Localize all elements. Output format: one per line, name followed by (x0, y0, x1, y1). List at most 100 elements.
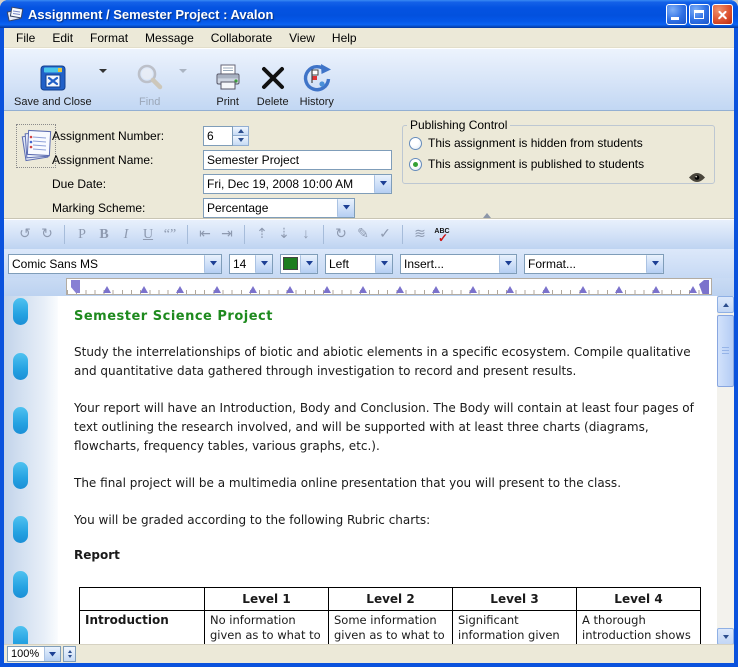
menu-help[interactable]: Help (324, 29, 366, 47)
radio-button-icon[interactable] (409, 137, 422, 150)
hidden-option-label: This assignment is hidden from students (428, 136, 643, 150)
title-bar[interactable]: Assignment / Semester Project : Avalon (0, 0, 738, 28)
tab-stop-marker[interactable] (579, 286, 587, 293)
text-color-combo[interactable] (280, 254, 318, 274)
assignment-number-input[interactable]: 6 (203, 126, 233, 146)
draw-icon[interactable]: ✎ (352, 225, 374, 245)
zoom-stepper[interactable] (63, 646, 76, 662)
marking-scheme-combo[interactable]: Percentage (203, 198, 355, 218)
minimize-button[interactable] (666, 4, 687, 25)
insert-dropdown-button[interactable] (499, 255, 516, 273)
menu-edit[interactable]: Edit (44, 29, 82, 47)
collapse-toolbar-handle[interactable] (483, 213, 491, 218)
indent-icon[interactable]: ⇥ (216, 225, 238, 245)
plain-style-icon[interactable]: P (71, 225, 93, 245)
move-down-icon[interactable]: ↓ (295, 225, 317, 245)
spinner-down-button[interactable] (233, 136, 249, 146)
align-dropdown-button[interactable] (375, 255, 392, 273)
maximize-button[interactable] (689, 4, 710, 25)
zoom-value: 100% (8, 647, 44, 661)
binding-dot-icon (13, 407, 28, 434)
signature-icon[interactable]: ≋ (409, 225, 431, 245)
scroll-up-button[interactable] (717, 296, 734, 313)
document-content[interactable]: Semester Science Project Study the inter… (58, 296, 717, 645)
outdent-icon[interactable]: ⇤ (194, 225, 216, 245)
approve-icon[interactable]: ✓ (374, 225, 396, 245)
font-family-combo[interactable]: Comic Sans MS (8, 254, 222, 274)
space-above-icon[interactable]: ⇡ (251, 225, 273, 245)
tab-stop-marker[interactable] (396, 286, 404, 293)
assignment-number-stepper[interactable] (233, 126, 249, 146)
menu-bar: File Edit Format Message Collaborate Vie… (4, 28, 734, 48)
text-color-dropdown-button[interactable] (300, 255, 317, 273)
undo-icon[interactable]: ↺ (14, 225, 36, 245)
format-controls: Comic Sans MS 14 Left Insert... (4, 249, 734, 278)
spinner-up-button[interactable] (233, 126, 249, 137)
tab-stop-marker[interactable] (615, 286, 623, 293)
radio-hidden[interactable]: This assignment is hidden from students (409, 133, 708, 153)
format-dropdown-button[interactable] (646, 255, 663, 273)
zoom-combo[interactable]: 100% (7, 646, 61, 662)
due-date-combo[interactable]: Fri, Dec 19, 2008 10:00 AM (203, 174, 392, 194)
font-size-dropdown-button[interactable] (255, 255, 272, 273)
tab-stop-marker[interactable] (176, 286, 184, 293)
tab-stop-marker[interactable] (249, 286, 257, 293)
tab-stop-marker[interactable] (323, 286, 331, 293)
tab-stop-marker[interactable] (652, 286, 660, 293)
radio-published[interactable]: This assignment is published to students (409, 154, 708, 174)
tab-stop-marker[interactable] (359, 286, 367, 293)
tab-stop-marker[interactable] (140, 286, 148, 293)
spell-check-icon[interactable]: ABC✓ (431, 223, 453, 247)
chevron-down-icon (99, 69, 107, 73)
rubric-table: Level 1 Level 2 Level 3 Level 4 Introduc… (79, 587, 701, 645)
due-date-label: Due Date: (52, 177, 203, 191)
redo-icon[interactable]: ↻ (36, 225, 58, 245)
assignment-name-input[interactable]: Semester Project (203, 150, 392, 170)
document-area[interactable]: Semester Science Project Study the inter… (4, 296, 734, 645)
tab-stop-marker[interactable] (213, 286, 221, 293)
delete-button[interactable]: Delete (255, 60, 291, 108)
save-and-close-dropdown[interactable] (94, 46, 112, 108)
format-combo[interactable]: Format... (524, 254, 664, 274)
bold-icon[interactable]: B (93, 225, 115, 245)
tab-stop-marker[interactable] (542, 286, 550, 293)
save-and-close-button[interactable]: Save and Close (12, 60, 94, 108)
close-button[interactable] (712, 4, 733, 25)
scrollbar-thumb[interactable] (717, 315, 734, 387)
align-combo[interactable]: Left (325, 254, 393, 274)
tab-stop-marker[interactable] (506, 286, 514, 293)
ruler[interactable] (66, 278, 712, 295)
tab-stop-marker[interactable] (469, 286, 477, 293)
radio-button-icon[interactable] (409, 158, 422, 171)
menu-view[interactable]: View (281, 29, 324, 47)
due-date-dropdown-button[interactable] (374, 175, 391, 193)
italic-icon[interactable]: I (115, 225, 137, 245)
header-cell: Level 1 (205, 588, 329, 611)
menu-collaborate[interactable]: Collaborate (203, 29, 281, 47)
space-below-icon[interactable]: ⇣ (273, 225, 295, 245)
doc-paragraph: Your report will have an Introduction, B… (74, 399, 709, 456)
print-button[interactable]: Print (210, 60, 246, 108)
indent-marker[interactable] (71, 280, 80, 293)
font-size-combo[interactable]: 14 (229, 254, 273, 274)
scroll-down-button[interactable] (717, 628, 734, 645)
quote-icon[interactable]: “” (159, 225, 181, 245)
vertical-scrollbar[interactable] (717, 296, 734, 645)
tab-stop-marker[interactable] (103, 286, 111, 293)
history-button[interactable]: History (298, 60, 336, 108)
zoom-dropdown-button[interactable] (44, 647, 60, 661)
marking-scheme-dropdown-button[interactable] (337, 199, 354, 217)
tab-stop-marker[interactable] (689, 286, 697, 293)
right-margin-marker[interactable] (699, 280, 709, 294)
menu-message[interactable]: Message (137, 29, 203, 47)
underline-icon[interactable]: U (137, 225, 159, 245)
menu-format[interactable]: Format (82, 29, 137, 47)
font-family-dropdown-button[interactable] (204, 255, 221, 273)
tab-stop-marker[interactable] (286, 286, 294, 293)
print-label: Print (214, 96, 241, 108)
tab-stop-marker[interactable] (432, 286, 440, 293)
insert-combo[interactable]: Insert... (400, 254, 517, 274)
revert-icon[interactable]: ↻ (330, 225, 352, 245)
menu-file[interactable]: File (8, 29, 44, 47)
format-icons: ↺↻PBIU“”⇤⇥⇡⇣↓↻✎✓≋ABC✓ (4, 219, 734, 249)
